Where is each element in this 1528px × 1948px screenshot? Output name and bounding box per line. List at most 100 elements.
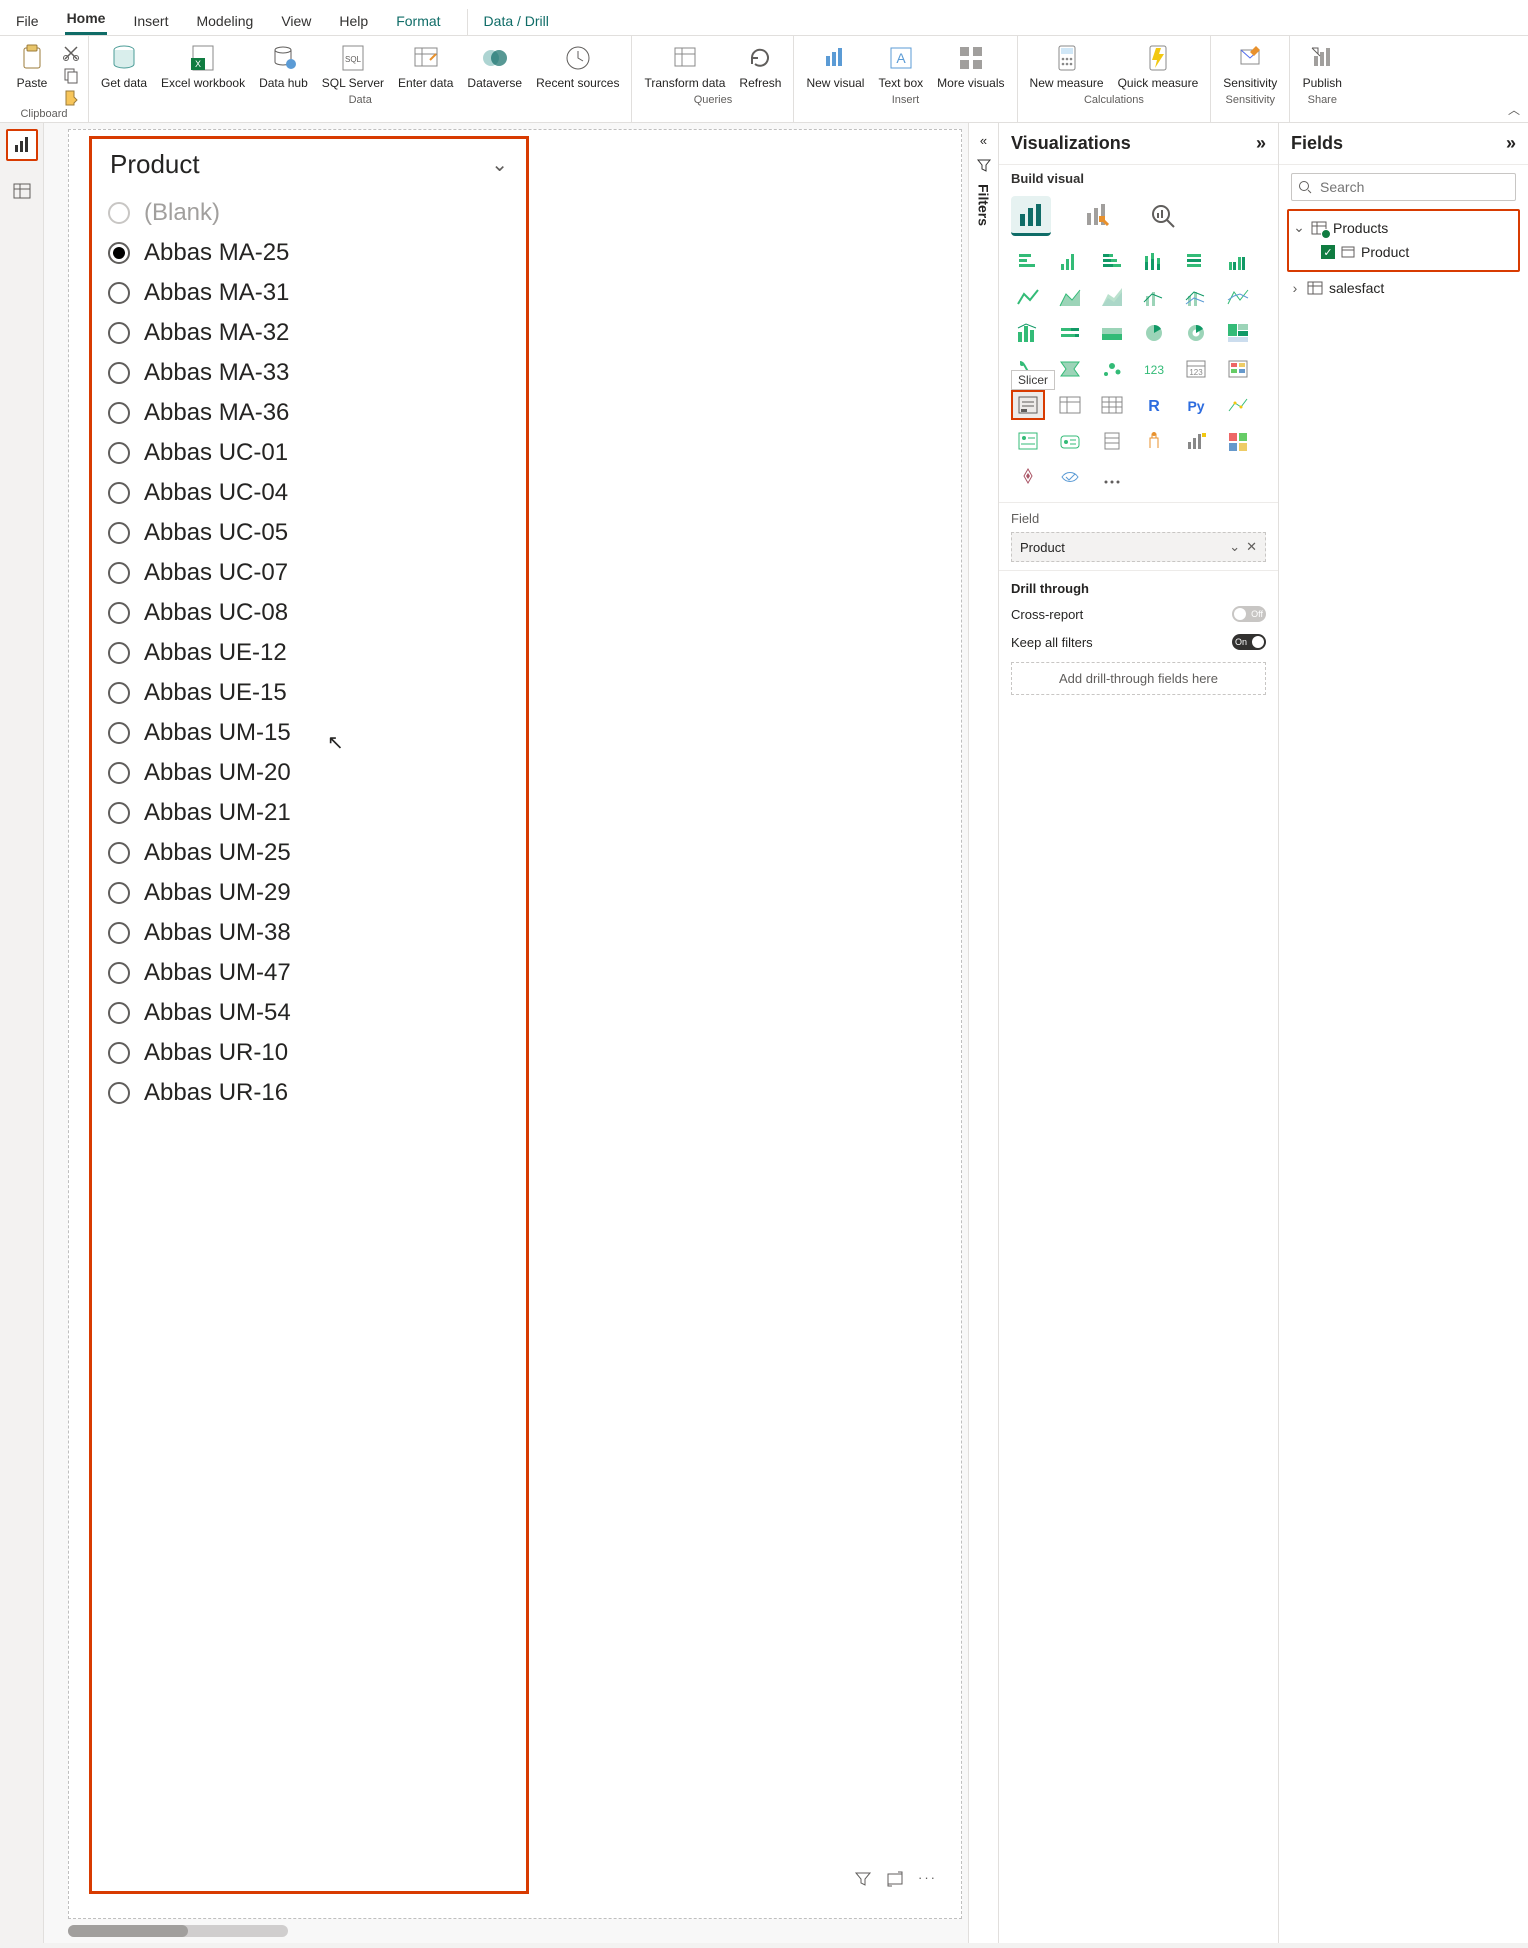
viz-type[interactable]	[1221, 390, 1255, 420]
viz-type[interactable]: R	[1137, 390, 1171, 420]
collapse-fields-icon[interactable]: »	[1506, 133, 1516, 154]
viz-type[interactable]	[1095, 246, 1129, 276]
sql-server-button[interactable]: SQL SQL Server	[318, 40, 388, 92]
tab-help[interactable]: Help	[337, 9, 370, 35]
sensitivity-button[interactable]: Sensitivity	[1219, 40, 1281, 92]
slicer-item[interactable]: Abbas UC-05	[104, 513, 514, 553]
viz-type[interactable]	[1221, 426, 1255, 456]
slicer-item[interactable]: Abbas UE-15	[104, 673, 514, 713]
horizontal-scrollbar[interactable]	[68, 1925, 288, 1937]
collapse-ribbon-icon[interactable]: ︿	[1508, 101, 1520, 118]
filter-icon[interactable]	[854, 1870, 872, 1888]
viz-type[interactable]: 123	[1137, 354, 1171, 384]
viz-type[interactable]	[1179, 246, 1213, 276]
text-box-button[interactable]: A Text box	[874, 40, 927, 92]
report-page[interactable]: Product ⌄ (Blank)Abbas MA-25Abbas MA-31A…	[68, 129, 962, 1919]
checkbox-checked-icon[interactable]: ✓	[1321, 245, 1335, 259]
field-row-product[interactable]: ✓ Product	[1291, 240, 1516, 264]
table-row-salesfact[interactable]: › salesfact	[1287, 276, 1520, 300]
cut-icon[interactable]	[62, 44, 80, 62]
new-measure-button[interactable]: New measure	[1026, 40, 1108, 92]
viz-type[interactable]	[1137, 246, 1171, 276]
refresh-button[interactable]: Refresh	[735, 40, 785, 92]
slicer-item[interactable]: Abbas UC-04	[104, 473, 514, 513]
slicer-item[interactable]: Abbas UE-12	[104, 633, 514, 673]
new-visual-button[interactable]: New visual	[802, 40, 868, 92]
slicer-visual[interactable]: Product ⌄ (Blank)Abbas MA-25Abbas MA-31A…	[89, 136, 529, 1894]
viz-type[interactable]	[1179, 426, 1213, 456]
more-options-icon[interactable]: ···	[918, 1870, 937, 1888]
excel-workbook-button[interactable]: X Excel workbook	[157, 40, 249, 92]
remove-field-icon[interactable]: ✕	[1246, 539, 1257, 555]
table-row-products[interactable]: ⌄ Products	[1291, 215, 1516, 240]
format-visual-mode[interactable]	[1077, 196, 1117, 236]
tab-format[interactable]: Format	[394, 9, 442, 35]
viz-type[interactable]	[1011, 282, 1045, 312]
report-view-button[interactable]	[6, 129, 38, 161]
viz-type[interactable]	[1137, 426, 1171, 456]
slicer-item[interactable]: Abbas MA-31	[104, 273, 514, 313]
viz-type[interactable]	[1221, 246, 1255, 276]
filters-pane-collapsed[interactable]: « Filters	[968, 123, 998, 1943]
fields-search[interactable]	[1291, 173, 1516, 201]
publish-button[interactable]: Publish	[1298, 40, 1346, 92]
data-view-button[interactable]	[6, 175, 38, 207]
transform-data-button[interactable]: Transform data	[640, 40, 729, 92]
viz-type[interactable]	[1053, 318, 1087, 348]
slicer-list[interactable]: (Blank)Abbas MA-25Abbas MA-31Abbas MA-32…	[92, 187, 526, 1891]
slicer-item[interactable]: Abbas UC-08	[104, 593, 514, 633]
fields-search-input[interactable]	[1318, 178, 1509, 196]
viz-type[interactable]	[1095, 390, 1129, 420]
paste-button[interactable]: Paste	[8, 40, 56, 92]
slicer-item[interactable]: Abbas UM-20	[104, 753, 514, 793]
viz-type[interactable]	[1137, 282, 1171, 312]
viz-type[interactable]	[1095, 318, 1129, 348]
dataverse-button[interactable]: Dataverse	[463, 40, 526, 92]
collapse-visualizations-icon[interactable]: »	[1256, 133, 1266, 154]
slicer-item[interactable]: Abbas UR-16	[104, 1073, 514, 1113]
slicer-item[interactable]: (Blank)	[104, 193, 514, 233]
viz-type[interactable]	[1095, 462, 1129, 492]
report-canvas[interactable]: Product ⌄ (Blank)Abbas MA-25Abbas MA-31A…	[44, 123, 968, 1943]
viz-type[interactable]: Py	[1179, 390, 1213, 420]
slicer-item[interactable]: Abbas UC-07	[104, 553, 514, 593]
viz-type[interactable]	[1053, 462, 1087, 492]
viz-type[interactable]	[1095, 426, 1129, 456]
viz-type[interactable]	[1053, 354, 1087, 384]
tab-insert[interactable]: Insert	[131, 9, 170, 35]
slicer-item[interactable]: Abbas UM-29	[104, 873, 514, 913]
slicer-item[interactable]: Abbas UM-47	[104, 953, 514, 993]
slicer-item[interactable]: Abbas UM-25	[104, 833, 514, 873]
viz-type[interactable]	[1053, 426, 1087, 456]
drill-drop-zone[interactable]: Add drill-through fields here	[1011, 662, 1266, 695]
cross-report-toggle[interactable]: Off	[1232, 606, 1266, 622]
viz-type[interactable]	[1053, 246, 1087, 276]
chevron-down-icon[interactable]: ⌄	[1229, 539, 1240, 555]
tab-view[interactable]: View	[279, 9, 313, 35]
format-painter-icon[interactable]	[62, 88, 80, 106]
slicer-item[interactable]: Abbas MA-33	[104, 353, 514, 393]
viz-type[interactable]	[1221, 354, 1255, 384]
viz-type[interactable]	[1095, 354, 1129, 384]
slicer-item[interactable]: Abbas UM-15	[104, 713, 514, 753]
viz-type[interactable]	[1011, 246, 1045, 276]
field-chip-product[interactable]: Product ⌄ ✕	[1011, 532, 1266, 562]
viz-slicer[interactable]: Slicer	[1011, 390, 1045, 420]
viz-type[interactable]	[1179, 282, 1213, 312]
viz-type[interactable]	[1053, 390, 1087, 420]
quick-measure-button[interactable]: Quick measure	[1114, 40, 1203, 92]
viz-type[interactable]	[1011, 462, 1045, 492]
viz-type[interactable]	[1053, 282, 1087, 312]
slicer-item[interactable]: Abbas UM-21	[104, 793, 514, 833]
chevron-down-icon[interactable]: ⌄	[491, 152, 508, 177]
viz-type[interactable]	[1137, 318, 1171, 348]
focus-mode-icon[interactable]	[886, 1870, 904, 1888]
tab-file[interactable]: File	[14, 9, 41, 35]
data-hub-button[interactable]: Data hub	[255, 40, 312, 92]
slicer-item[interactable]: Abbas MA-25	[104, 233, 514, 273]
tab-data-drill[interactable]: Data / Drill	[467, 9, 551, 35]
expand-filters-icon[interactable]: «	[980, 133, 987, 148]
slicer-item[interactable]: Abbas MA-36	[104, 393, 514, 433]
slicer-item[interactable]: Abbas UC-01	[104, 433, 514, 473]
viz-type[interactable]	[1221, 282, 1255, 312]
